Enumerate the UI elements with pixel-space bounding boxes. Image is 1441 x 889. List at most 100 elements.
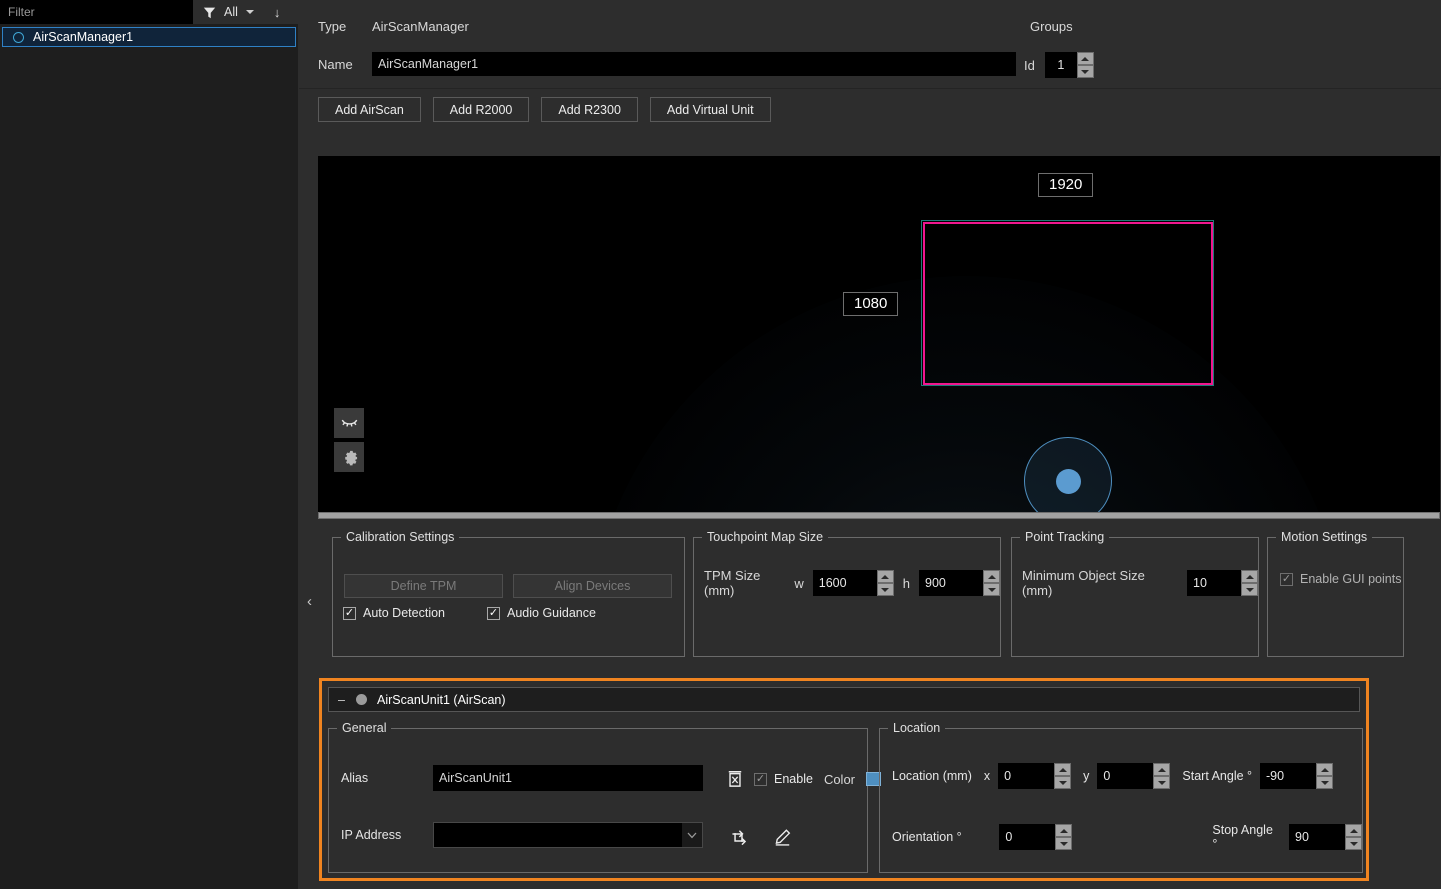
tpm-height-stepper-buttons[interactable] <box>983 570 1000 596</box>
tpm-width-up[interactable] <box>876 570 894 583</box>
id-input[interactable] <box>1044 52 1077 78</box>
location-x-down[interactable] <box>1054 776 1072 789</box>
funnel-icon[interactable] <box>203 6 216 19</box>
orientation-down[interactable] <box>1055 837 1073 850</box>
start-angle-up[interactable] <box>1316 763 1334 776</box>
min-object-size-row: Minimum Object Size (mm) <box>1022 568 1258 598</box>
ip-address-input[interactable] <box>434 823 682 847</box>
sensor-marker[interactable] <box>1056 469 1081 494</box>
unit-header[interactable]: – AirScanUnit1 (AirScan) <box>328 687 1360 712</box>
stop-angle-down[interactable] <box>1345 837 1362 850</box>
alias-input[interactable] <box>433 765 703 791</box>
location-y-stepper-buttons[interactable] <box>1153 763 1171 789</box>
add-r2300-button[interactable]: Add R2300 <box>541 97 638 122</box>
filter-mode-label[interactable]: All <box>224 5 238 19</box>
enable-unit-checkbox[interactable]: ✓ Enable <box>754 772 813 786</box>
calibration-checkboxes: ✓ Auto Detection ✓ Audio Guidance <box>343 606 596 620</box>
start-angle-stepper[interactable] <box>1260 763 1334 789</box>
min-object-size-stepper-buttons[interactable] <box>1241 570 1258 596</box>
orientation-input[interactable] <box>999 824 1056 850</box>
type-label: Type <box>318 19 347 34</box>
location-y-input[interactable] <box>1097 763 1154 789</box>
unit-actions-row: ✓ Enable Color <box>727 770 882 788</box>
location-x-up[interactable] <box>1054 763 1072 776</box>
touchpoint-map-size-group: Touchpoint Map Size TPM Size (mm) w h <box>693 530 1001 657</box>
location-y-down[interactable] <box>1153 776 1171 789</box>
motion-settings-group: Motion Settings ✓ Enable GUI points <box>1267 530 1404 657</box>
add-virtual-unit-button[interactable]: Add Virtual Unit <box>649 97 771 122</box>
start-angle-label: Start Angle ° <box>1182 769 1253 783</box>
start-angle-input[interactable] <box>1260 763 1317 789</box>
tpm-height-stepper[interactable] <box>919 570 1000 596</box>
scan-viewport[interactable]: 1920 1080 <box>318 156 1440 512</box>
define-tpm-button[interactable]: Define TPM <box>344 574 503 598</box>
ip-address-combobox[interactable] <box>433 822 703 848</box>
stop-angle-up[interactable] <box>1345 824 1362 837</box>
tpm-width-down[interactable] <box>876 583 894 596</box>
orientation-up[interactable] <box>1055 824 1073 837</box>
chevron-down-icon[interactable] <box>245 10 254 14</box>
id-stepper-down[interactable] <box>1076 65 1094 78</box>
auto-detection-checkbox[interactable]: ✓ Auto Detection <box>343 606 445 620</box>
filter-input[interactable] <box>0 0 193 24</box>
id-stepper[interactable] <box>1044 52 1094 78</box>
audio-guidance-checkbox[interactable]: ✓ Audio Guidance <box>487 606 596 620</box>
location-x-input[interactable] <box>998 763 1055 789</box>
delete-icon[interactable] <box>727 770 743 788</box>
settings-collapse-button[interactable]: ‹ <box>303 590 316 613</box>
tpm-height-input[interactable] <box>919 570 983 596</box>
name-input[interactable] <box>372 52 1016 76</box>
location-group: Location Location (mm) x y <box>879 721 1363 873</box>
stop-angle-stepper[interactable] <box>1289 824 1362 850</box>
location-coordinates-row: Location (mm) x y <box>892 763 1334 789</box>
enable-gui-points-checkbox[interactable]: ✓ Enable GUI points <box>1280 572 1401 586</box>
point-tracking-group: Point Tracking Minimum Object Size (mm) <box>1011 530 1259 657</box>
checkmark-icon: ✓ <box>754 772 767 786</box>
id-stepper-up[interactable] <box>1076 52 1094 65</box>
calibration-settings-title: Calibration Settings <box>341 530 460 544</box>
orientation-stepper[interactable] <box>999 824 1073 850</box>
filter-tools: All ↓ <box>193 0 298 24</box>
min-object-size-down[interactable] <box>1241 583 1258 596</box>
stop-angle-input[interactable] <box>1289 824 1345 850</box>
reset-icon[interactable] <box>729 828 748 847</box>
add-airscan-button[interactable]: Add AirScan <box>318 97 421 122</box>
calibration-settings-group: Calibration Settings Define TPM Align De… <box>332 530 685 657</box>
location-y-stepper[interactable] <box>1097 763 1171 789</box>
device-tree: AirScanManager1 <box>0 24 298 889</box>
tpm-size-label: TPM Size (mm) <box>704 568 761 598</box>
screen-width-label: 1920 <box>1038 173 1094 197</box>
add-r2000-button[interactable]: Add R2000 <box>432 97 530 122</box>
settings-strip: ‹ Calibration Settings Define TPM Align … <box>299 528 1441 666</box>
location-x-stepper[interactable] <box>998 763 1072 789</box>
start-angle-stepper-buttons[interactable] <box>1316 763 1334 789</box>
sidebar-item-airscanmanager1[interactable]: AirScanManager1 <box>2 27 296 47</box>
unit-status-indicator <box>356 694 367 705</box>
collapse-toggle-icon[interactable]: – <box>337 693 346 707</box>
tpm-height-up[interactable] <box>983 570 1000 583</box>
tpm-height-down[interactable] <box>983 583 1000 596</box>
stop-angle-stepper-buttons[interactable] <box>1345 824 1362 850</box>
screen-outline[interactable] <box>923 222 1213 385</box>
checkmark-icon: ✓ <box>1280 572 1293 586</box>
sidebar-item-label: AirScanManager1 <box>33 30 134 44</box>
min-object-size-up[interactable] <box>1241 570 1258 583</box>
eye-off-icon[interactable] <box>334 408 364 438</box>
location-y-up[interactable] <box>1153 763 1171 776</box>
chevron-down-icon[interactable] <box>682 823 702 847</box>
tpm-width-stepper-buttons[interactable] <box>876 570 894 596</box>
align-devices-button[interactable]: Align Devices <box>513 574 672 598</box>
gear-icon[interactable] <box>334 442 364 472</box>
orientation-stepper-buttons[interactable] <box>1055 824 1073 850</box>
location-x-stepper-buttons[interactable] <box>1054 763 1072 789</box>
viewport-horizontal-scrollbar[interactable] <box>318 512 1440 519</box>
edit-icon[interactable] <box>773 828 792 847</box>
min-object-size-input[interactable] <box>1187 570 1241 596</box>
start-angle-down[interactable] <box>1316 776 1334 789</box>
ip-address-label: IP Address <box>341 828 402 842</box>
tpm-width-stepper[interactable] <box>812 570 894 596</box>
tpm-width-input[interactable] <box>812 570 877 596</box>
min-object-size-stepper[interactable] <box>1187 570 1258 596</box>
sort-descending-icon[interactable]: ↓ <box>274 6 281 19</box>
id-stepper-buttons[interactable] <box>1076 52 1094 78</box>
